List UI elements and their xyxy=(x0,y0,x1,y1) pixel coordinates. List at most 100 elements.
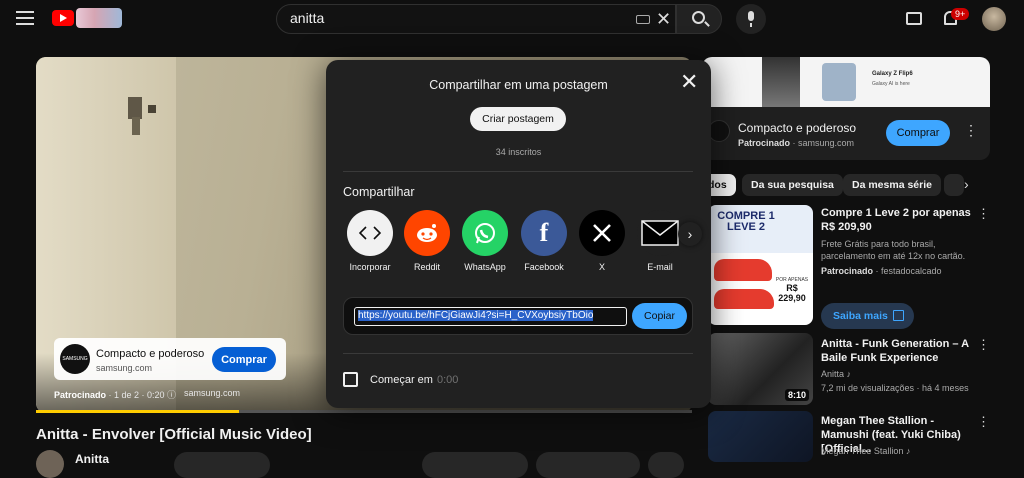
learn-more-label: Saiba mais xyxy=(833,310,888,322)
subscribe-button[interactable] xyxy=(174,452,270,478)
share-target-label: X xyxy=(598,262,605,272)
notification-badge: 9+ xyxy=(951,8,970,20)
banner-legs-image xyxy=(762,57,800,107)
duration-badge: 8:10 xyxy=(784,389,809,401)
keyboard-icon[interactable] xyxy=(636,15,650,24)
ad-meta: Patrocinado · 1 de 2 · 0:20 ⓘ xyxy=(54,388,176,401)
more-icon[interactable]: ⋮ xyxy=(977,337,990,353)
search-input[interactable]: anitta xyxy=(290,10,324,26)
account-avatar[interactable] xyxy=(982,7,1006,31)
more-icon[interactable]: ⋮ xyxy=(977,206,990,222)
related-channel[interactable]: Megan Thee Stallion ♪ xyxy=(821,446,910,456)
related-title[interactable]: Compre 1 Leve 2 por apenas R$ 209,90 xyxy=(821,206,971,234)
thumb-headline: COMPRE 1 LEVE 2 xyxy=(717,210,775,233)
chip-same-series[interactable]: Da mesma série xyxy=(843,174,941,196)
share-email[interactable]: E-mail xyxy=(630,210,690,276)
related-thumbnail[interactable]: 8:10 xyxy=(708,333,813,405)
voice-search-button[interactable] xyxy=(736,4,766,34)
thumb-price-value: R$ 229,90 xyxy=(778,283,806,303)
start-at-checkbox[interactable] xyxy=(343,372,358,387)
search-icon xyxy=(692,11,705,24)
share-reddit[interactable]: Reddit xyxy=(397,210,457,276)
more-actions-button[interactable] xyxy=(648,452,684,478)
ad-meta-info[interactable]: · 1 de 2 · 0:20 ⓘ xyxy=(106,390,177,400)
banner-tagline: Galaxy AI is here xyxy=(872,81,910,87)
related-meta: 7,2 mi de visualizações · há 4 meses xyxy=(821,383,969,393)
search-input-box[interactable] xyxy=(276,4,676,34)
clear-search-icon[interactable]: ✕ xyxy=(656,10,671,28)
ad-progress-fill xyxy=(36,410,239,413)
related-title[interactable]: Anitta - Funk Generation – A Baile Funk … xyxy=(821,337,971,365)
start-at-time-input[interactable]: 0:00 xyxy=(437,374,458,386)
channel-name[interactable]: Anitta xyxy=(75,452,109,466)
sidebar-ad-domain: · samsung.com xyxy=(790,138,855,148)
sidebar-ad-banner[interactable]: Galaxy Z Flip6 Galaxy AI is here xyxy=(702,57,990,107)
share-facebook[interactable]: f Facebook xyxy=(514,210,574,276)
related-advertiser: · festadocalcado xyxy=(873,266,942,276)
ad-logo: SAMSUNG xyxy=(60,344,90,374)
ad-title: Compacto e poderoso xyxy=(96,348,205,360)
sidebar-ad-meta: Patrocinado · samsung.com xyxy=(738,138,854,148)
related-sponsored: Patrocinado xyxy=(821,266,874,276)
sidebar-ad-title[interactable]: Compacto e poderoso xyxy=(738,121,856,135)
share-url-text[interactable]: https://youtu.be/hFCjGiawJi4?si=H_CVXoyb… xyxy=(358,310,594,321)
share-target-label: Facebook xyxy=(524,262,564,272)
facebook-icon: f xyxy=(521,210,567,256)
share-target-label: Reddit xyxy=(413,262,440,272)
related-thumbnail[interactable]: COMPRE 1 LEVE 2 POR APENAS R$ 229,90 xyxy=(708,205,813,325)
related-channel[interactable]: Anitta ♪ xyxy=(821,369,851,379)
share-embed[interactable]: Incorporar xyxy=(340,210,400,276)
share-button[interactable] xyxy=(536,452,640,478)
chip-from-search[interactable]: Da sua pesquisa xyxy=(742,174,843,196)
sidebar-ad-sponsored: Patrocinado xyxy=(738,138,791,148)
more-icon[interactable]: ⋮ xyxy=(977,414,990,430)
channel-avatar[interactable] xyxy=(36,450,64,478)
sidebar-ad-logo xyxy=(708,120,730,142)
reddit-icon xyxy=(404,210,450,256)
ad-domain: samsung.com xyxy=(96,363,153,373)
divider xyxy=(343,171,693,172)
ad-buy-button[interactable]: Comprar xyxy=(212,347,276,372)
start-at-label: Começar em xyxy=(370,374,433,386)
embed-icon xyxy=(347,210,393,256)
email-icon xyxy=(637,210,683,256)
doodle-logo[interactable] xyxy=(76,8,122,28)
copy-button[interactable]: Copiar xyxy=(632,303,687,329)
share-x[interactable]: X xyxy=(572,210,632,276)
chevron-right-icon[interactable]: › xyxy=(964,176,969,192)
share-dialog-title: Compartilhar em uma postagem xyxy=(429,78,608,92)
x-icon xyxy=(579,210,625,256)
share-whatsapp[interactable]: WhatsApp xyxy=(455,210,515,276)
sidebar-ad-buy-button[interactable]: Comprar xyxy=(886,120,950,146)
external-link-icon xyxy=(893,310,904,321)
sidebar-ad-more-icon[interactable]: ⋮ xyxy=(964,122,978,139)
learn-more-button[interactable]: Saiba mais xyxy=(821,303,914,329)
share-section-label: Compartilhar xyxy=(343,185,415,199)
ad-sponsored-label: Patrocinado xyxy=(54,390,107,400)
related-thumbnail[interactable] xyxy=(708,411,813,462)
banner-brand: Galaxy Z Flip6 xyxy=(872,71,913,77)
like-dislike-button[interactable] xyxy=(422,452,528,478)
shoe-image xyxy=(714,259,772,281)
shoe-image xyxy=(714,289,774,309)
ad-meta-domain[interactable]: samsung.com xyxy=(184,388,240,398)
share-target-label: WhatsApp xyxy=(464,262,506,272)
close-icon[interactable]: ✕ xyxy=(680,71,698,93)
chevron-right-icon[interactable]: › xyxy=(678,222,702,246)
related-desc: Frete Grátis para todo brasil, parcelame… xyxy=(821,239,966,261)
chip-partial[interactable] xyxy=(944,174,964,196)
share-target-label: Incorporar xyxy=(349,262,391,272)
divider xyxy=(343,353,693,354)
create-icon[interactable] xyxy=(906,12,922,25)
whatsapp-icon xyxy=(462,210,508,256)
banner-phone-image xyxy=(822,63,856,101)
share-target-label: E-mail xyxy=(647,262,673,272)
create-post-button[interactable]: Criar postagem xyxy=(470,107,566,131)
menu-icon[interactable] xyxy=(16,11,34,25)
related-meta: Patrocinado · festadocalcado xyxy=(821,266,942,276)
youtube-logo[interactable] xyxy=(52,10,74,26)
subscriber-count: 34 inscritos xyxy=(495,147,542,157)
thumb-price: POR APENAS R$ 229,90 xyxy=(774,277,810,303)
video-title: Anitta - Envolver [Official Music Video] xyxy=(36,426,312,443)
share-url-field[interactable]: https://youtu.be/hFCjGiawJi4?si=H_CVXoyb… xyxy=(354,307,627,326)
